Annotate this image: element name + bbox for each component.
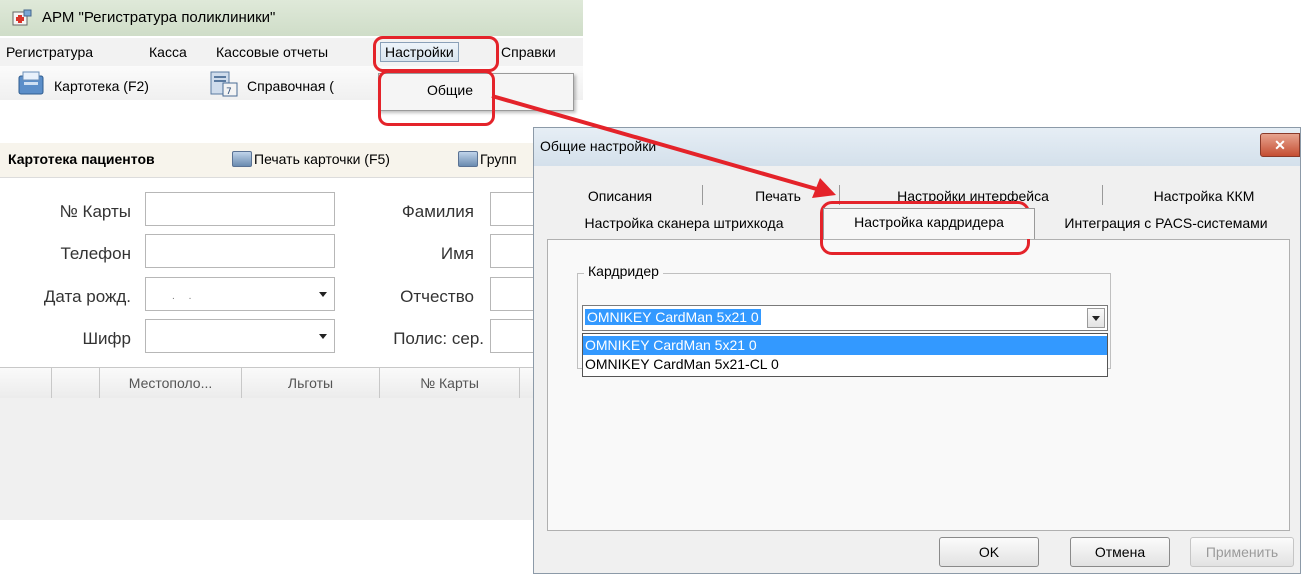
red-arrow bbox=[491, 94, 836, 198]
tab-card-reader[interactable]: Настройка кардридера bbox=[823, 208, 1035, 239]
